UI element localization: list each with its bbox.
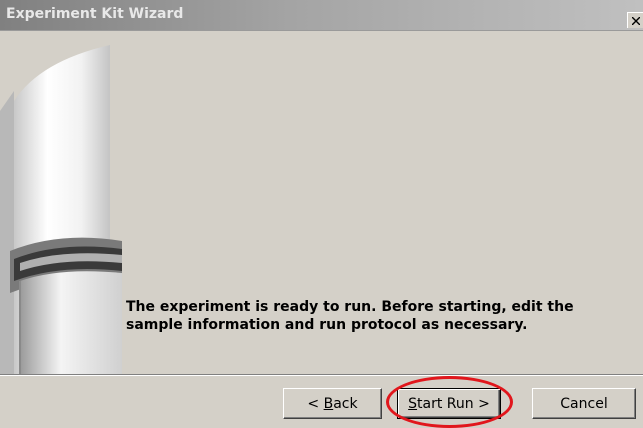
wizard-content: The experiment is ready to run. Before s… bbox=[122, 31, 643, 374]
message-line-2: sample information and run protocol as n… bbox=[126, 317, 528, 333]
close-icon bbox=[632, 17, 640, 25]
annotation-highlight-ring bbox=[386, 376, 513, 428]
wizard-tube-illustration bbox=[0, 31, 122, 374]
back-button[interactable]: < Back bbox=[283, 388, 382, 419]
title-bar[interactable]: Experiment Kit Wizard bbox=[0, 0, 643, 31]
separator-light bbox=[0, 375, 643, 376]
ready-message: The experiment is ready to run. Before s… bbox=[126, 298, 626, 334]
back-mnemonic: B bbox=[323, 395, 334, 412]
back-rest: ack bbox=[333, 395, 358, 412]
message-line-1: The experiment is ready to run. Before s… bbox=[126, 299, 574, 315]
cancel-button[interactable]: Cancel bbox=[532, 388, 636, 419]
window-title: Experiment Kit Wizard bbox=[6, 6, 184, 22]
wizard-dialog: Experiment Kit Wizard The experiment is … bbox=[0, 0, 643, 428]
close-button[interactable] bbox=[627, 12, 643, 28]
back-prefix: < bbox=[307, 395, 324, 412]
